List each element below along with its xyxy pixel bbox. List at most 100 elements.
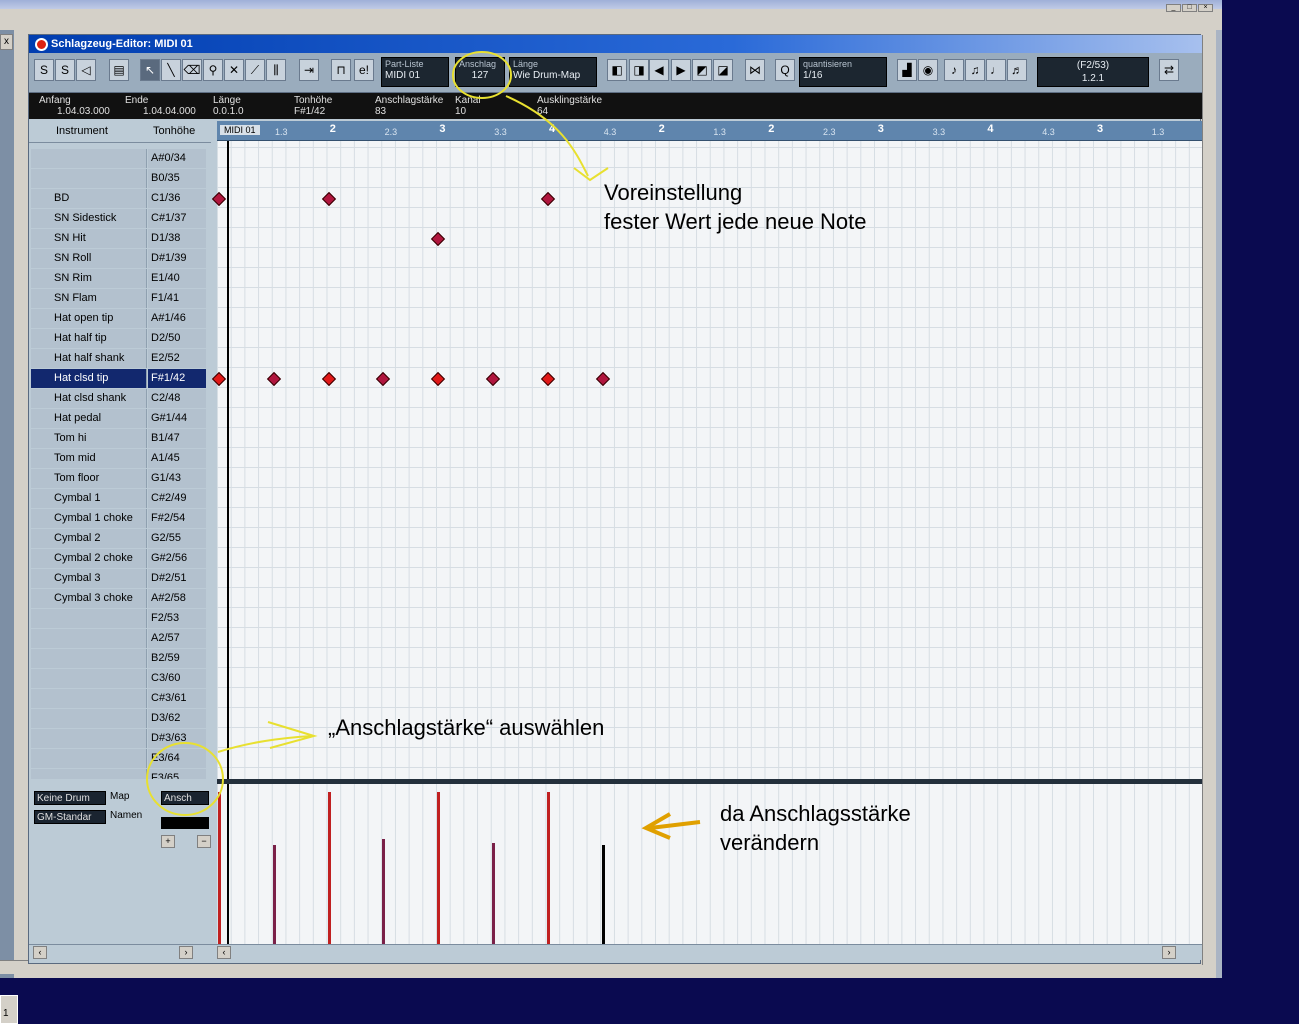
drum-note[interactable]: [485, 371, 501, 387]
mute-cell[interactable]: [31, 749, 51, 768]
instrument-pitch[interactable]: A1/45: [148, 449, 206, 468]
drum-note[interactable]: [211, 371, 227, 387]
locate-end-icon[interactable]: ◨: [629, 59, 649, 81]
instrument-pitch[interactable]: C2/48: [148, 389, 206, 408]
drum-map-dropdown[interactable]: Keine Drum: [34, 791, 106, 805]
instrument-pitch[interactable]: B2/59: [148, 649, 206, 668]
quantize-q-icon[interactable]: Q: [775, 59, 795, 81]
instrument-pitch[interactable]: A#0/34: [148, 149, 206, 168]
instrument-pitch[interactable]: A#2/58: [148, 589, 206, 608]
cursor-tool-icon[interactable]: ⫼: [266, 59, 286, 81]
mute-cell[interactable]: [31, 569, 51, 588]
mute-cell[interactable]: [31, 309, 51, 328]
velocity-bar[interactable]: [272, 844, 276, 944]
mute-cell[interactable]: [31, 149, 51, 168]
instrument-name[interactable]: SN Sidestick: [51, 209, 147, 228]
list-row[interactable]: Hat pedal G#1/44: [29, 409, 211, 429]
list-row[interactable]: Tom hi B1/47: [29, 429, 211, 449]
step-input-icon[interactable]: ♪: [944, 59, 964, 81]
instrument-name[interactable]: SN Hit: [51, 229, 147, 248]
drum-note[interactable]: [540, 191, 555, 207]
list-row[interactable]: C3/60: [29, 669, 211, 689]
arrow-tool-icon[interactable]: ↖: [140, 59, 160, 81]
info-field[interactable]: Ausklingstärke 64: [537, 95, 602, 117]
list-row[interactable]: A#0/34: [29, 149, 211, 169]
instrument-column-header[interactable]: Instrument: [56, 125, 108, 137]
controller-lane-dropdown[interactable]: Ansch: [161, 791, 209, 805]
list-row[interactable]: Cymbal 3 choke A#2/58: [29, 589, 211, 609]
velocity-bar[interactable]: [601, 844, 605, 944]
list-row[interactable]: Cymbal 1 C#2/49: [29, 489, 211, 509]
remove-lane-icon[interactable]: −: [197, 835, 211, 848]
eraser-tool-icon[interactable]: ⌫: [182, 59, 202, 81]
list-row[interactable]: C#3/61: [29, 689, 211, 709]
mute-cell[interactable]: [31, 729, 51, 748]
solo-edit-button[interactable]: S: [55, 59, 75, 81]
instrument-pitch[interactable]: B0/35: [148, 169, 206, 188]
instrument-pitch[interactable]: G#2/56: [148, 549, 206, 568]
list-row[interactable]: Hat half shank E2/52: [29, 349, 211, 369]
instrument-name[interactable]: Hat open tip: [51, 309, 147, 328]
velocity-bar[interactable]: [437, 792, 441, 944]
bottom-scrollbar[interactable]: ‹ › ‹ ›: [29, 944, 1202, 960]
instrument-pitch[interactable]: C#2/49: [148, 489, 206, 508]
instrument-pitch[interactable]: C1/36: [148, 189, 206, 208]
mute-cell[interactable]: [31, 509, 51, 528]
mute-cell[interactable]: [31, 589, 51, 608]
instrument-pitch[interactable]: E3/64: [148, 749, 206, 768]
velocity-bar[interactable]: [546, 792, 550, 944]
instrument-name[interactable]: Tom floor: [51, 469, 147, 488]
part-list-dropdown[interactable]: Part-Liste MIDI 01: [381, 57, 449, 87]
mute-cell[interactable]: [31, 189, 51, 208]
name-set-dropdown[interactable]: GM-Standar: [34, 810, 106, 824]
zoom-tool-icon[interactable]: ⚲: [203, 59, 223, 81]
mute-cell[interactable]: [31, 609, 51, 628]
instrument-name[interactable]: SN Flam: [51, 289, 147, 308]
mute-cell[interactable]: [31, 649, 51, 668]
instrument-name[interactable]: Hat pedal: [51, 409, 147, 428]
list-row[interactable]: BD C1/36: [29, 189, 211, 209]
ruler[interactable]: MIDI 01 1.3 2 2.3 3 3.3 4 4.3 2 1.3 2 2.3 3 3.3 4 4.3 3 1…: [217, 121, 1202, 141]
instrument-name[interactable]: [51, 689, 147, 708]
mute-tool-icon[interactable]: ✕: [224, 59, 244, 81]
snap-icon[interactable]: ⊓: [331, 59, 351, 81]
list-row[interactable]: SN Roll D#1/39: [29, 249, 211, 269]
host-close-icon[interactable]: x: [0, 34, 13, 50]
mute-cell[interactable]: [31, 329, 51, 348]
scroll-left-icon[interactable]: ‹: [33, 946, 47, 959]
solo-button[interactable]: S: [34, 59, 54, 81]
grid-scroll-left-icon[interactable]: ‹: [217, 946, 231, 959]
list-row[interactable]: Hat half tip D2/50: [29, 329, 211, 349]
title-bar[interactable]: Schlagzeug-Editor: MIDI 01: [29, 35, 1202, 53]
instrument-name[interactable]: Hat clsd shank: [51, 389, 147, 408]
mute-cell[interactable]: [31, 629, 51, 648]
list-row[interactable]: D#3/63: [29, 729, 211, 749]
minimize-button[interactable]: _: [1166, 4, 1181, 12]
instrument-name[interactable]: Cymbal 3 choke: [51, 589, 147, 608]
mute-cell[interactable]: [31, 669, 51, 688]
instrument-name[interactable]: Cymbal 2: [51, 529, 147, 548]
velocity-insert-field[interactable]: Anschlag 127: [455, 57, 505, 87]
mute-cell[interactable]: [31, 209, 51, 228]
mute-cell[interactable]: [31, 549, 51, 568]
drum-note[interactable]: [321, 191, 336, 207]
list-row[interactable]: Cymbal 1 choke F#2/54: [29, 509, 211, 529]
midi-input-icon[interactable]: ♫: [965, 59, 985, 81]
drum-note[interactable]: [431, 371, 446, 387]
list-row[interactable]: A2/57: [29, 629, 211, 649]
level-meter-icon[interactable]: ▟: [897, 59, 917, 81]
instrument-pitch[interactable]: D3/62: [148, 709, 206, 728]
list-row[interactable]: Cymbal 2 choke G#2/56: [29, 549, 211, 569]
instrument-name[interactable]: Cymbal 1: [51, 489, 147, 508]
line-tool-icon[interactable]: ⟋: [245, 59, 265, 81]
list-row[interactable]: B2/59: [29, 649, 211, 669]
info-field[interactable]: Tonhöhe F#1/42: [294, 95, 332, 117]
list-row[interactable]: Cymbal 2 G2/55: [29, 529, 211, 549]
instrument-name[interactable]: [51, 709, 147, 728]
mute-cell[interactable]: [31, 289, 51, 308]
velocity-bar[interactable]: [492, 843, 495, 944]
info-field[interactable]: Kanal 10: [455, 95, 481, 117]
instrument-name[interactable]: [51, 169, 147, 188]
instrument-name[interactable]: SN Rim: [51, 269, 147, 288]
info-toggle-icon[interactable]: ▤: [109, 59, 129, 81]
